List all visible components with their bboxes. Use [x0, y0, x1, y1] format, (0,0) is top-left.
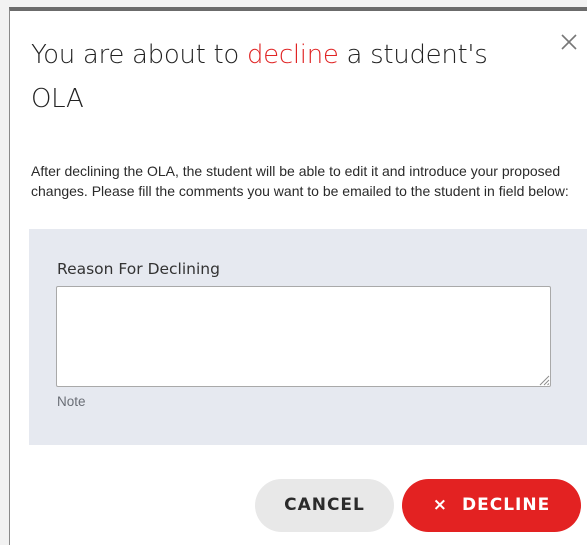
decline-button[interactable]: × DECLINE — [402, 479, 581, 532]
close-icon[interactable] — [558, 31, 580, 53]
close-icon-small: × — [432, 495, 449, 515]
title-prefix: You are about to — [31, 40, 247, 70]
dialog-description: After declining the OLA, the student wil… — [31, 163, 569, 199]
dialog-title: You are about to decline a student's OLA — [31, 33, 541, 121]
decline-dialog: You are about to decline a student's OLA… — [9, 7, 587, 545]
note-text: Note — [57, 394, 86, 409]
decline-label: DECLINE — [462, 495, 551, 515]
title-accent: decline — [246, 40, 339, 70]
reason-textarea[interactable] — [56, 286, 551, 387]
cancel-button[interactable]: CANCEL — [255, 479, 394, 532]
reason-panel: Reason For Declining Note — [29, 229, 587, 445]
reason-label: Reason For Declining — [57, 260, 220, 278]
